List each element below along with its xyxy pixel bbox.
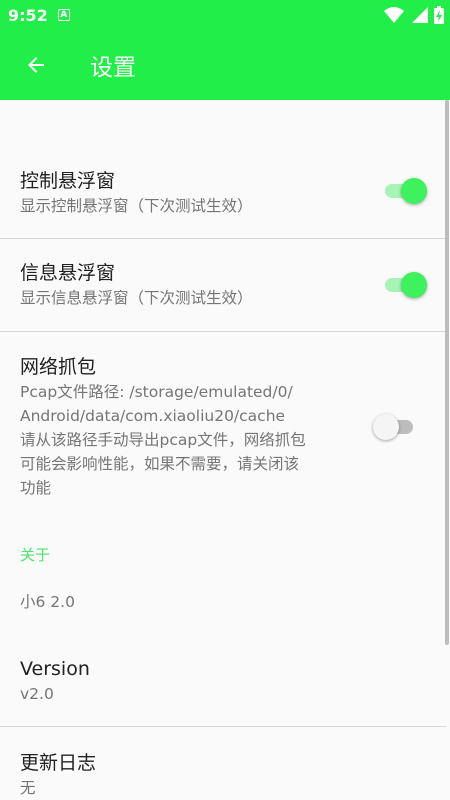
pref-summary-line: Android/data/com.xiaoliu20/cache (20, 407, 286, 425)
divider (0, 331, 446, 332)
app-version-item[interactable]: 小6 2.0 (0, 590, 446, 614)
category-about: 关于 (20, 546, 51, 564)
pref-changelog[interactable]: 更新日志 无 (0, 750, 446, 800)
signal-icon (412, 7, 428, 23)
divider (0, 726, 446, 727)
pref-summary: v2.0 (20, 685, 54, 703)
app-version-label: 小6 2.0 (20, 593, 75, 611)
pref-summary: 无 (20, 779, 36, 797)
info-float-window-switch[interactable] (383, 270, 429, 300)
wifi-icon (384, 7, 404, 23)
arrow-back-icon (28, 57, 44, 73)
back-button[interactable] (16, 45, 56, 85)
status-icons (384, 6, 444, 24)
pref-version[interactable]: Version v2.0 (0, 656, 446, 706)
divider (0, 238, 446, 239)
page-title: 设置 (90, 55, 136, 81)
status-time: 9:52 (8, 5, 48, 25)
app-bar: 设置 (0, 30, 450, 100)
status-bar: 9:52 A (0, 0, 450, 30)
settings-list[interactable]: 控制悬浮窗 显示控制悬浮窗（下次测试生效） 信息悬浮窗 显示信息悬浮窗（下次测试… (0, 100, 450, 800)
pref-packet-capture[interactable]: 网络抓包 Pcap文件路径: /storage/emulated/0/ Andr… (0, 354, 360, 500)
pref-title: Version (20, 658, 90, 680)
notification-icon: A (57, 9, 70, 21)
battery-charging-icon (434, 6, 444, 24)
control-float-window-switch[interactable] (383, 176, 429, 206)
pref-title: 网络抓包 (20, 356, 97, 378)
pref-summary-line: 可能会影响性能，如果不需要，请关闭该 (20, 455, 300, 473)
pref-summary-line: 请从该路径手动导出pcap文件，网络抓包 (20, 431, 306, 449)
pref-info-float-window[interactable]: 信息悬浮窗 显示信息悬浮窗（下次测试生效） (0, 260, 446, 310)
pref-summary-line: Pcap文件路径: /storage/emulated/0/ (20, 383, 293, 401)
pref-control-float-window[interactable]: 控制悬浮窗 显示控制悬浮窗（下次测试生效） (0, 168, 446, 218)
pref-title: 更新日志 (20, 752, 97, 774)
pref-summary-line: 功能 (20, 479, 52, 497)
packet-capture-switch[interactable] (373, 412, 419, 442)
scrollbar[interactable] (445, 100, 449, 645)
